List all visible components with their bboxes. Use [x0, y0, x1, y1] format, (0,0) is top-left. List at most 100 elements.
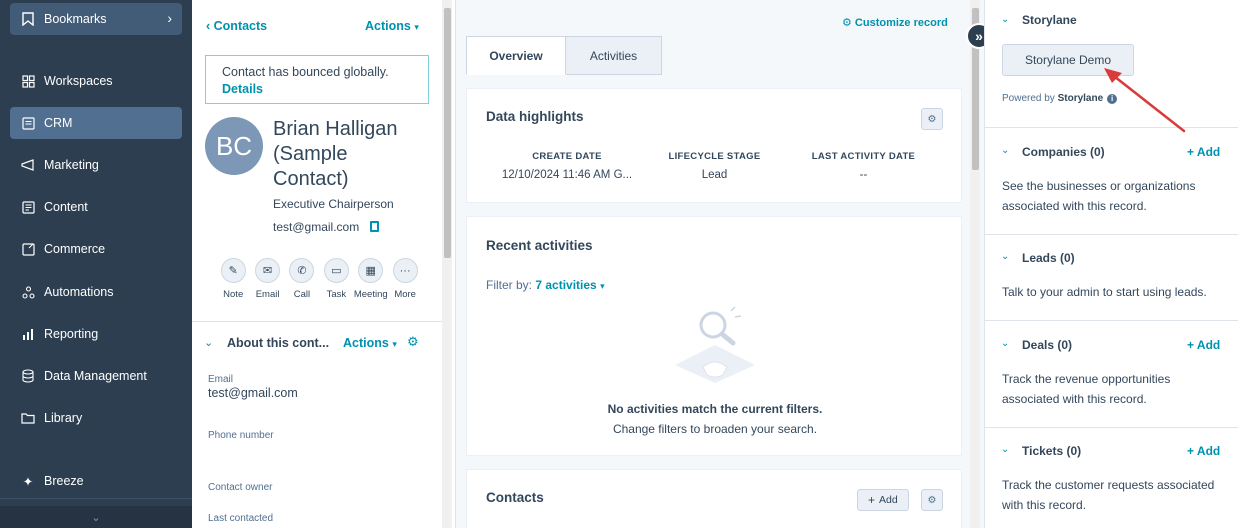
content-icon [20, 199, 36, 215]
companies-section: ⌄ Companies (0) + Add See the businesses… [985, 128, 1238, 235]
action-label: Call [293, 289, 311, 300]
actions-label: Actions [365, 19, 411, 33]
note-action[interactable]: ✎ Note [216, 258, 250, 300]
chevron-down-icon[interactable]: ⌄ [1001, 338, 1009, 349]
tickets-section: ⌄ Tickets (0) + Add Track the customer r… [985, 428, 1238, 528]
nav-item-label: Workspaces [44, 74, 113, 88]
empty-search-illustration [675, 306, 755, 383]
contacts-card: Contacts + Add ⚙ [466, 469, 962, 528]
add-ticket-link[interactable]: + Add [1187, 444, 1220, 458]
section-title[interactable]: Deals (0) [1022, 338, 1072, 352]
highlight-header: CREATE DATE [532, 151, 602, 162]
nav-item-label: Library [44, 411, 83, 425]
contact-panel: ‹ Contacts Actions ▾ Contact has bounced… [192, 0, 456, 528]
nav-item-breeze[interactable]: ✦ Breeze [10, 465, 182, 497]
back-label: Contacts [213, 19, 268, 33]
nav-item-data-management[interactable]: Data Management [10, 360, 182, 392]
email-action[interactable]: ✉ Email [250, 258, 284, 300]
chevron-down-icon[interactable]: ⌄ [1001, 251, 1009, 262]
bounce-details-link[interactable]: Details [222, 82, 412, 96]
chevron-right-icon: › [167, 10, 172, 26]
section-title[interactable]: Companies (0) [1022, 145, 1105, 159]
chevron-down-icon[interactable]: ⌄ [204, 336, 213, 349]
section-title[interactable]: Tickets (0) [1022, 444, 1081, 458]
tab-overview[interactable]: Overview [466, 36, 566, 75]
record-tabs: Overview Activities [466, 36, 662, 75]
plus-icon: + [868, 493, 876, 507]
nav-item-label: Content [44, 200, 88, 214]
empty-state-subtitle: Change filters to broaden your search. [612, 422, 818, 436]
main-scrollbar[interactable] [970, 0, 980, 528]
marketing-icon [20, 157, 36, 173]
prop-label: Contact owner [208, 482, 273, 493]
highlight-header: LIFECYCLE STAGE [668, 151, 761, 162]
powered-brand: Storylane [1057, 93, 1104, 104]
left-nav: Bookmarks › Workspaces CRM Marketing Con… [0, 0, 192, 528]
email-icon: ✉ [255, 258, 281, 283]
note-icon: ✎ [220, 258, 246, 283]
chevron-down-icon[interactable]: ⌄ [1001, 444, 1009, 455]
nav-item-marketing[interactable]: Marketing [10, 149, 182, 181]
contact-name: Brian Halligan (Sample Contact) [273, 118, 398, 190]
filter-row: Filter by: 7 activities ▾ [486, 278, 605, 292]
prop-label: Email [208, 374, 234, 385]
contact-actions-dropdown[interactable]: Actions ▾ [365, 19, 419, 33]
task-action[interactable]: ▭ Task [319, 258, 353, 300]
bookmark-icon [20, 11, 36, 27]
left-panel-scrollbar[interactable] [442, 0, 452, 528]
add-contact-button[interactable]: + Add [857, 489, 909, 511]
caret-down-icon: ▾ [414, 22, 419, 32]
customize-label: Customize record [854, 17, 948, 29]
nav-bookmarks[interactable]: Bookmarks › [10, 3, 182, 35]
tab-activities[interactable]: Activities [566, 36, 662, 75]
section-title[interactable]: Leads (0) [1022, 251, 1075, 265]
workspaces-icon [20, 73, 36, 89]
divider [192, 321, 444, 322]
nav-bookmarks-label: Bookmarks [44, 12, 107, 26]
about-actions-dropdown[interactable]: Actions ▾ [343, 336, 397, 350]
add-deal-link[interactable]: + Add [1187, 338, 1220, 352]
phone-icon: ✆ [289, 258, 315, 283]
nav-item-automations[interactable]: Automations [10, 276, 182, 308]
copy-icon[interactable] [370, 221, 379, 232]
data-management-icon [20, 368, 36, 384]
scroll-thumb[interactable] [444, 8, 451, 258]
nav-item-library[interactable]: Library [10, 402, 182, 434]
activity-filter-dropdown[interactable]: 7 activities ▾ [535, 278, 604, 292]
chevron-down-icon[interactable]: ⌄ [1001, 145, 1009, 156]
highlight-value: 12/10/2024 11:46 AM G... [501, 169, 633, 181]
call-action[interactable]: ✆ Call [285, 258, 319, 300]
gear-icon[interactable]: ⚙ [407, 334, 419, 350]
section-description: Talk to your admin to start using leads. [1002, 285, 1207, 299]
nav-collapse-toggle[interactable]: ⌄ [0, 506, 192, 528]
chevron-down-icon[interactable]: ⌄ [1001, 14, 1009, 25]
back-to-contacts-link[interactable]: ‹ Contacts [206, 19, 267, 33]
section-description: See the businesses or organizations asso… [1002, 179, 1196, 213]
meeting-action[interactable]: ▦ Meeting [354, 258, 388, 300]
nav-item-crm[interactable]: CRM [10, 107, 182, 139]
nav-item-label: Data Management [44, 369, 147, 383]
filter-label: Filter by: [486, 278, 533, 292]
more-action[interactable]: ··· More [388, 258, 422, 300]
main-content: ⚙ Customize record Overview Activities D… [456, 0, 984, 528]
email-value[interactable]: test@gmail.com [208, 386, 298, 400]
nav-item-content[interactable]: Content [10, 191, 182, 223]
gear-icon[interactable]: ⚙ [921, 108, 943, 130]
customize-record-link[interactable]: ⚙ Customize record [842, 16, 948, 29]
highlight-value: Lead [701, 169, 728, 181]
gear-icon[interactable]: ⚙ [921, 489, 943, 511]
nav-item-workspaces[interactable]: Workspaces [10, 65, 182, 97]
nav-divider [0, 498, 192, 499]
leads-section: ⌄ Leads (0) Talk to your admin to start … [985, 235, 1238, 321]
caret-down-icon: ▾ [600, 281, 605, 291]
section-description: Track the revenue opportunities associat… [1002, 372, 1171, 406]
nav-item-reporting[interactable]: Reporting [10, 318, 182, 350]
card-title: Contacts [486, 490, 544, 505]
about-section-title[interactable]: About this cont... [227, 336, 329, 350]
nav-item-commerce[interactable]: Commerce [10, 233, 182, 265]
highlight-header: LAST ACTIVITY DATE [811, 151, 916, 162]
section-title[interactable]: Storylane [1022, 13, 1077, 27]
add-company-link[interactable]: + Add [1187, 145, 1220, 159]
action-label: Note [223, 289, 244, 300]
caret-down-icon: ▾ [392, 339, 397, 349]
